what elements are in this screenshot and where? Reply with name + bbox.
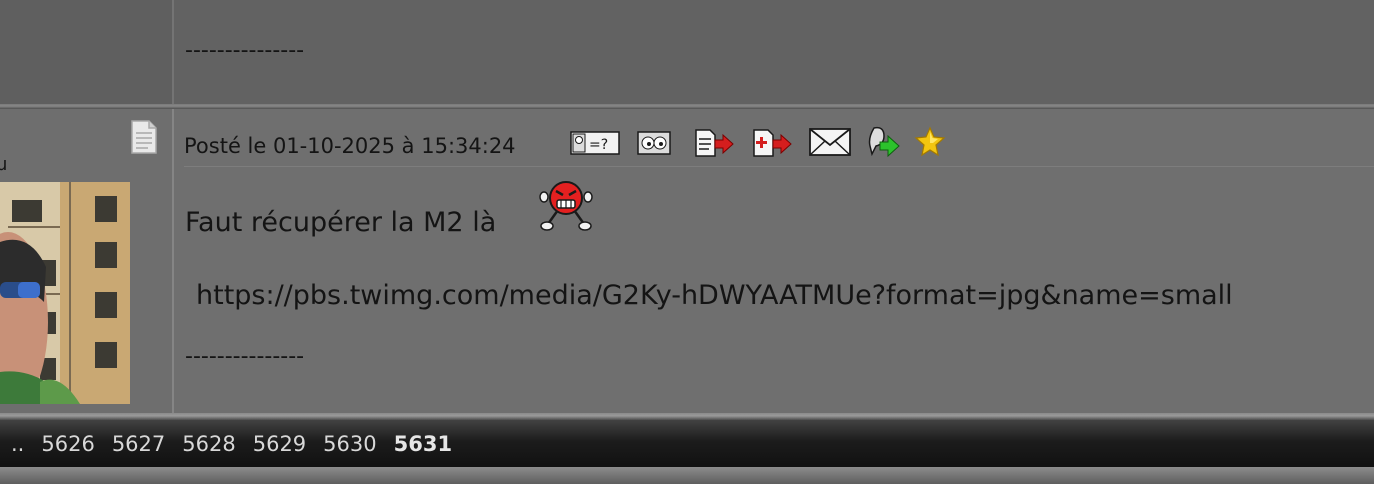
previous-post-partial-text <box>313 0 343 4</box>
current-page: 5631 <box>393 432 453 456</box>
eyes-icon[interactable] <box>636 124 674 158</box>
page-link[interactable]: 5629 <box>253 432 306 456</box>
mail-icon[interactable] <box>808 124 852 158</box>
user-profile-icon[interactable] <box>130 119 158 155</box>
page-link[interactable]: 5626 <box>41 432 94 456</box>
avatar[interactable] <box>0 182 130 404</box>
multi-quote-icon[interactable] <box>751 124 793 158</box>
page-link[interactable]: 5630 <box>323 432 376 456</box>
page-link[interactable]: 5628 <box>182 432 235 456</box>
alert-icon[interactable] <box>866 124 902 158</box>
post-link[interactable]: https://pbs.twimg.com/media/G2Ky-hDWYAAT… <box>196 280 1233 311</box>
svg-text:=?: =? <box>589 137 608 153</box>
author-name-fragment[interactable]: u <box>0 154 7 175</box>
post-date: Posté le 01-10-2025 à 15:34:24 <box>184 134 516 158</box>
pager-separator <box>0 413 1374 420</box>
header-divider <box>184 166 1374 167</box>
previous-post-signature: --------------- <box>185 38 305 63</box>
post-signature: --------------- <box>185 344 305 369</box>
profile-quiz-icon[interactable]: =? <box>569 124 621 158</box>
footer-strip <box>0 467 1374 484</box>
page-link[interactable]: 5627 <box>112 432 165 456</box>
pagination-ellipsis: .. <box>11 432 25 456</box>
previous-post-body <box>174 0 1374 104</box>
previous-post-author-cell <box>0 0 172 104</box>
post-message: Faut récupérer la M2 là <box>185 207 497 238</box>
favorite-star-icon[interactable] <box>914 124 946 158</box>
pagination-bar: .. 5626 5627 5628 5629 5630 5631 <box>0 420 1374 467</box>
angry-smiley-icon <box>538 180 594 234</box>
quote-icon[interactable] <box>693 124 735 158</box>
